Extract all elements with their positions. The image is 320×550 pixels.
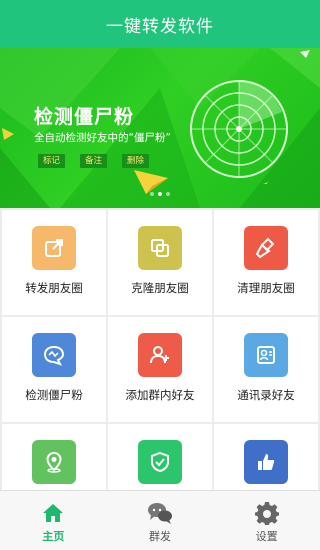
feature-add-group-friends[interactable]: 添加群内好友 xyxy=(108,317,212,422)
app-bar: 一键转发软件 xyxy=(0,0,320,48)
feature-label: 转发朋友圈 xyxy=(25,281,83,295)
feature-label: 清理朋友圈 xyxy=(237,281,295,295)
feature-contacts-friends[interactable]: 通讯录好友 xyxy=(214,317,318,422)
tab-settings[interactable]: 设置 xyxy=(213,491,320,550)
feature-location[interactable] xyxy=(2,424,106,490)
feature-grid: 转发朋友圈 克隆朋友圈 清理朋友圈 检测僵尸粉 添加群内好友 通讯录好友 xyxy=(0,208,320,490)
banner-tag-mark: 标记 xyxy=(38,154,66,168)
carousel-dot-active[interactable] xyxy=(158,192,162,196)
broom-icon xyxy=(244,226,288,270)
banner-title: 检测僵尸粉 xyxy=(34,106,135,128)
tab-label: 群发 xyxy=(149,530,171,543)
feature-label: 添加群内好友 xyxy=(125,388,195,402)
share-icon xyxy=(32,226,76,270)
detect-chat-icon xyxy=(32,333,76,377)
carousel-dot[interactable] xyxy=(166,192,170,196)
tab-home[interactable]: 主页 xyxy=(0,491,107,550)
bottom-tab-bar: 主页 群发 设置 xyxy=(0,490,320,550)
feature-label: 检测僵尸粉 xyxy=(25,388,83,402)
feature-forward-moments[interactable]: 转发朋友圈 xyxy=(2,210,106,315)
banner-carousel[interactable]: 检测僵尸粉 全自动检测好友中的“僵尸粉” 标记 备注 删除 xyxy=(0,48,320,208)
home-icon xyxy=(40,501,66,525)
carousel-indicator xyxy=(0,192,320,196)
feature-detect-zombie[interactable]: 检测僵尸粉 xyxy=(2,317,106,422)
contacts-icon xyxy=(244,333,288,377)
carousel-dot[interactable] xyxy=(150,192,154,196)
feature-label: 克隆朋友圈 xyxy=(131,281,189,295)
banner-tag-note: 备注 xyxy=(80,154,108,168)
tab-mass-send[interactable]: 群发 xyxy=(107,491,214,550)
add-group-friend-icon xyxy=(138,333,182,377)
app-title: 一键转发软件 xyxy=(106,16,214,37)
radar-illustration xyxy=(190,80,288,184)
feature-clone-moments[interactable]: 克隆朋友圈 xyxy=(108,210,212,315)
feature-clean-moments[interactable]: 清理朋友圈 xyxy=(214,210,318,315)
tab-label: 主页 xyxy=(42,530,65,543)
clone-icon xyxy=(138,226,182,270)
tab-label: 设置 xyxy=(255,530,278,543)
location-icon xyxy=(32,440,76,484)
feature-auto-like[interactable] xyxy=(214,424,318,490)
chat-bubbles-icon xyxy=(147,501,173,525)
feature-label: 通讯录好友 xyxy=(237,388,295,402)
gear-icon xyxy=(254,501,280,525)
shield-check-icon xyxy=(138,440,182,484)
thumbs-up-icon xyxy=(244,440,288,484)
feature-security[interactable] xyxy=(108,424,212,490)
banner-subtitle: 全自动检测好友中的“僵尸粉” xyxy=(34,132,171,144)
